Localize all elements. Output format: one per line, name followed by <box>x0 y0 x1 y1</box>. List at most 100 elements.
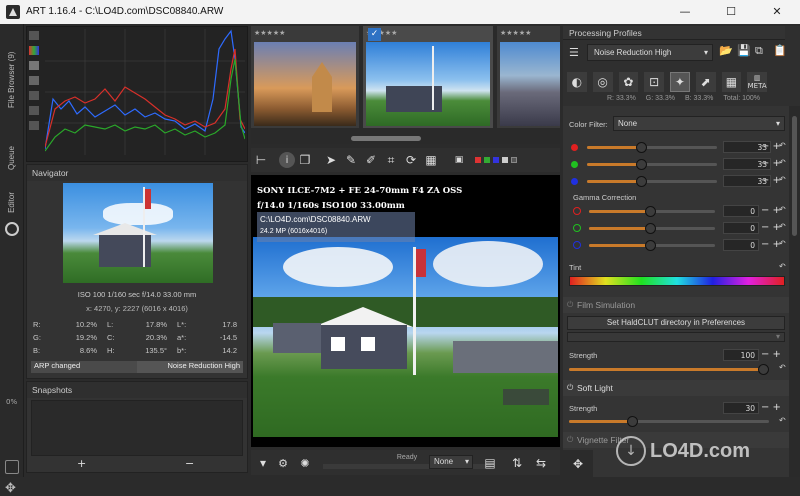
image-preview[interactable]: SONY ILCE-7M2 + FE 24-70mm F4 ZA OSS f/1… <box>251 175 560 447</box>
gamma-green-value[interactable]: 0 <box>723 222 759 234</box>
vignette-power-icon[interactable]: ⏻ <box>567 432 573 448</box>
green-reset-icon[interactable]: ↶ <box>779 158 786 167</box>
gamma-red-stepper[interactable]: − + <box>761 205 781 217</box>
close-button[interactable]: ✕ <box>754 0 800 24</box>
filmstrip-thumb-1[interactable]: ★★★★★ <box>251 26 359 128</box>
gamma-red-value[interactable]: 0 <box>723 205 759 217</box>
history-row[interactable]: ARP changed Noise Reduction High <box>31 361 243 373</box>
soft-strength-reset-icon[interactable]: ↶ <box>779 416 786 425</box>
gamma-blue-value[interactable]: 0 <box>723 239 759 251</box>
gamut-icon[interactable]: ▤ <box>477 453 503 473</box>
add-snapshot-button[interactable]: + <box>77 457 86 470</box>
histogram-mode-icon[interactable] <box>29 31 39 40</box>
film-strength-slider[interactable] <box>569 364 769 375</box>
tab-queue[interactable]: Queue <box>7 146 16 170</box>
raw-tab-icon[interactable]: ▦ <box>721 72 742 92</box>
thumb-1-rating-stars[interactable]: ★★★★★ <box>254 29 285 37</box>
gamma-green-reset-icon[interactable]: ↶ <box>779 222 786 231</box>
load-profile-icon[interactable]: 📂 <box>719 44 733 57</box>
transform-tab-icon[interactable]: ⬈ <box>695 72 716 92</box>
maximize-button[interactable]: ☐ <box>708 0 754 24</box>
luminance-button[interactable] <box>502 157 508 163</box>
tab-editor[interactable]: Editor <box>7 192 16 213</box>
red-slider[interactable] <box>587 142 717 153</box>
soft-strength-value[interactable]: 30 <box>723 402 759 414</box>
focus-mask-button[interactable] <box>511 157 517 163</box>
tint-reset-icon[interactable]: ↶ <box>779 262 786 271</box>
blue-slider[interactable] <box>587 176 717 187</box>
gamma-blue-reset-icon[interactable]: ↶ <box>779 239 786 248</box>
soft-light-header[interactable]: ⏻ Soft Light <box>563 380 789 396</box>
raw-toggle-icon[interactable] <box>29 91 39 100</box>
scale-toggle-icon[interactable] <box>29 121 39 130</box>
chroma-toggle-icon[interactable] <box>29 76 39 85</box>
selected-check-icon[interactable]: ✓ <box>368 28 381 41</box>
fit-move-icon[interactable]: ✥ <box>568 454 588 474</box>
navigator-thumbnail[interactable] <box>63 183 213 283</box>
flip-vertical-icon[interactable]: ⇅ <box>507 453 527 473</box>
color-picker-icon[interactable]: ✐ <box>361 150 381 170</box>
white-balance-picker-icon[interactable]: ✎ <box>341 150 361 170</box>
preview-mode-icon[interactable]: ▣ <box>449 150 469 170</box>
soft-power-icon[interactable]: ⏻ <box>567 380 573 396</box>
film-strength-value[interactable]: 100 <box>723 349 759 361</box>
color-tab-icon[interactable]: ✿ <box>618 72 639 92</box>
move-icon[interactable]: ✥ <box>5 481 16 496</box>
exposure-tab-icon[interactable]: ◐ <box>567 72 587 92</box>
red-channel-button[interactable] <box>475 157 481 163</box>
info-icon[interactable]: i <box>279 152 295 168</box>
red-reset-icon[interactable]: ↶ <box>779 141 786 150</box>
thumb-3-rating-stars[interactable]: ★★★★★ <box>500 29 531 37</box>
right-scrollbar-thumb[interactable] <box>792 116 797 236</box>
paste-profile-icon[interactable]: 📋 <box>773 44 787 57</box>
aperture-icon[interactable] <box>5 222 19 236</box>
green-channel-button[interactable] <box>484 157 490 163</box>
save-icon[interactable]: ▾ <box>253 453 273 473</box>
rgb-toggle-icon[interactable] <box>29 46 39 55</box>
minimize-button[interactable]: — <box>662 0 708 24</box>
copy-profile-icon[interactable]: ⧉ <box>755 44 763 58</box>
local-tab-icon[interactable]: ⊡ <box>644 72 664 92</box>
film-strength-stepper[interactable]: − + <box>761 349 781 361</box>
red-stepper[interactable]: − + <box>761 141 781 153</box>
color-filter-dropdown[interactable]: None ▾ <box>613 116 785 131</box>
hand-tool-icon[interactable]: ➤ <box>321 150 341 170</box>
crop-icon[interactable]: ⌗ <box>381 150 401 170</box>
film-strength-reset-icon[interactable]: ↶ <box>779 363 786 372</box>
clut-dropdown[interactable]: ▾ <box>567 332 785 342</box>
film-power-icon[interactable]: ⏻ <box>567 297 573 313</box>
gamma-blue-stepper[interactable]: − + <box>761 239 781 251</box>
filmstrip-scrollbar[interactable] <box>351 136 421 141</box>
queue-gear-icon[interactable]: ⚙ <box>273 453 293 473</box>
soft-strength-stepper[interactable]: − + <box>761 402 781 414</box>
gamma-green-stepper[interactable]: − + <box>761 222 781 234</box>
remove-snapshot-button[interactable]: − <box>185 457 194 470</box>
green-slider[interactable] <box>587 159 717 170</box>
flip-horizontal-icon[interactable]: ⇆ <box>531 453 551 473</box>
film-simulation-header[interactable]: ⏻ Film Simulation <box>563 297 789 313</box>
soft-strength-slider[interactable] <box>569 416 769 427</box>
before-after-icon[interactable]: ❐ <box>295 150 315 170</box>
gamma-green-slider[interactable] <box>589 223 715 234</box>
tint-color-bar[interactable] <box>569 276 785 286</box>
haldclut-button[interactable]: Set HaldCLUT directory in Preferences <box>567 316 785 330</box>
gamma-red-reset-icon[interactable]: ↶ <box>779 205 786 214</box>
history-item-1[interactable]: ARP changed <box>31 361 137 373</box>
filmstrip-thumb-2[interactable]: ★★★★★ ✓ <box>363 26 493 128</box>
history-item-2[interactable]: Noise Reduction High <box>137 361 243 373</box>
tab-file-browser[interactable]: File Browser (9) <box>7 32 16 108</box>
detail-tab-icon[interactable]: ◎ <box>592 72 613 92</box>
snapshots-list[interactable] <box>31 400 243 456</box>
filmstrip-thumb-3[interactable]: ★★★★★ <box>497 26 560 128</box>
straighten-icon[interactable]: ▦ <box>421 150 441 170</box>
blue-channel-button[interactable] <box>493 157 499 163</box>
gamma-red-slider[interactable] <box>589 206 715 217</box>
profile-dropdown[interactable]: Noise Reduction High ▾ <box>587 44 713 61</box>
rotate-icon[interactable]: ⟳ <box>401 150 421 170</box>
luminance-toggle-icon[interactable] <box>29 61 39 70</box>
window-layout-icon[interactable] <box>5 460 19 474</box>
save-profile-icon[interactable]: 💾 <box>737 44 751 57</box>
external-editor-icon[interactable]: ✺ <box>295 453 315 473</box>
gamma-blue-slider[interactable] <box>589 240 715 251</box>
bar-toggle-icon[interactable] <box>29 106 39 115</box>
